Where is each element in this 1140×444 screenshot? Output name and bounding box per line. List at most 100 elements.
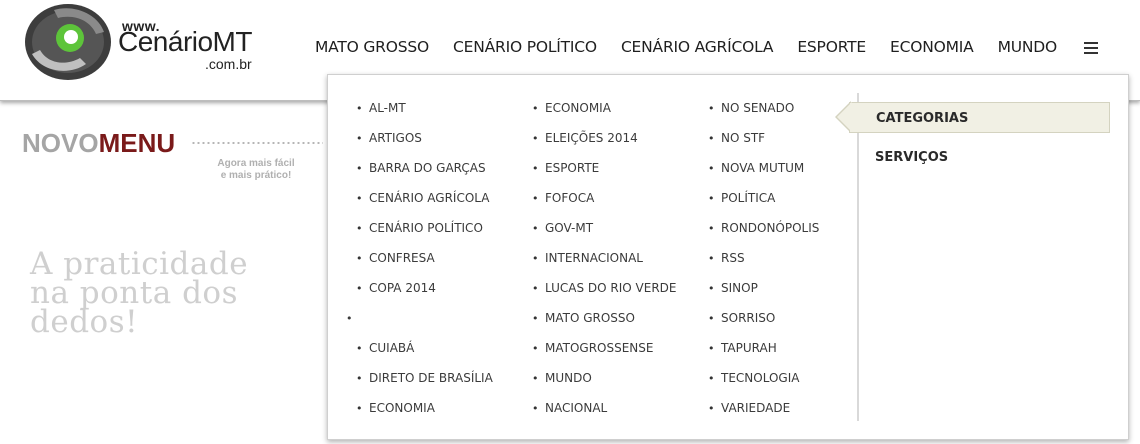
bullet-icon: • — [708, 102, 715, 115]
menu-item[interactable]: • MATO GROSSO — [532, 311, 676, 341]
bullet-icon: • — [356, 402, 363, 415]
menu-item-label: RSS — [721, 251, 745, 265]
menu-item[interactable]: • TECNOLOGIA — [708, 371, 819, 401]
menu-item[interactable]: • GOV-MT — [532, 221, 676, 251]
menu-column-1: • AL-MT • ARTIGOS • BARRA DO GARÇAS • CENÁRIO A… — [346, 101, 493, 431]
menu-item[interactable]: • FOFOCA — [532, 191, 676, 221]
menu-item[interactable]: • MATOGROSSENSE — [532, 341, 676, 371]
bullet-icon: • — [532, 312, 539, 325]
menu-item[interactable]: • INTERNACIONAL — [532, 251, 676, 281]
menu-item[interactable]: • SINOP — [708, 281, 819, 311]
dotted-divider — [191, 142, 323, 144]
menu-item[interactable]: • ELEIÇÕES 2014 — [532, 131, 676, 161]
menu-item[interactable]: • COPA 2014 — [356, 281, 493, 311]
bullet-icon: • — [356, 132, 363, 145]
menu-column-3: • NO SENADO • NO STF • NOVA MUTUM • POLÍTICA • RO… — [708, 101, 819, 431]
menu-item[interactable]: • CONFRESA — [356, 251, 493, 281]
menu-item[interactable]: • MUNDO — [532, 371, 676, 401]
bullet-icon: • — [346, 312, 353, 325]
bullet-icon: • — [708, 372, 715, 385]
bullet-icon: • — [708, 192, 715, 205]
bullet-icon: • — [532, 372, 539, 385]
menu-item[interactable]: • LUCAS DO RIO VERDE — [532, 281, 676, 311]
bullet-icon: • — [708, 132, 715, 145]
bullet-icon: • — [532, 342, 539, 355]
menu-item-label: NOVA MUTUM — [721, 161, 805, 175]
menu-item-label: CUIABÁ — [369, 341, 415, 355]
bullet-icon: • — [356, 162, 363, 175]
top-navigation: MATO GROSSO CENÁRIO POLÍTICO CENÁRIO AGR… — [315, 38, 1081, 56]
menu-item[interactable]: • RSS — [708, 251, 819, 281]
menu-item-label: RONDONÓPOLIS — [721, 221, 820, 235]
menu-item[interactable]: • NOVA MUTUM — [708, 161, 819, 191]
menu-item-label: SORRISO — [721, 311, 776, 325]
menu-item[interactable]: • NO STF — [708, 131, 819, 161]
hamburger-icon[interactable] — [1084, 42, 1098, 55]
menu-item-label: TECNOLOGIA — [721, 371, 800, 385]
promo-tagline: A praticidade na ponta dos dedos! — [30, 246, 249, 340]
promo-subtitle-line2: e mais prático! — [220, 170, 292, 181]
nav-economia[interactable]: ECONOMIA — [890, 38, 974, 56]
nav-mato-grosso[interactable]: MATO GROSSO — [315, 38, 429, 56]
menu-item[interactable]: • BARRA DO GARÇAS — [356, 161, 493, 191]
bullet-icon: • — [708, 162, 715, 175]
nav-esporte[interactable]: ESPORTE — [797, 38, 866, 56]
site-logo[interactable]: www. CenárioMT .com.br — [24, 2, 264, 82]
menu-item[interactable]: • POLÍTICA — [708, 191, 819, 221]
menu-item[interactable]: • RONDONÓPOLIS — [708, 221, 819, 251]
tab-categorias[interactable]: CATEGORIAS — [876, 111, 968, 126]
menu-item-label: NACIONAL — [545, 401, 608, 415]
menu-item[interactable]: • CUIABÁ — [356, 341, 493, 371]
menu-column-2: • ECONOMIA • ELEIÇÕES 2014 • ESPORTE • FOFOCA • G… — [532, 101, 676, 431]
menu-item-label: MATOGROSSENSE — [545, 341, 654, 355]
menu-item[interactable]: • ARTIGOS — [356, 131, 493, 161]
tab-servicos[interactable]: SERVIÇOS — [875, 150, 948, 165]
bullet-icon: • — [356, 252, 363, 265]
menu-item-label: ELEIÇÕES 2014 — [545, 131, 638, 145]
bullet-icon: • — [708, 222, 715, 235]
menu-item[interactable]: • CENÁRIO AGRÍCOLA — [356, 191, 493, 221]
menu-item[interactable]: • NACIONAL — [532, 401, 676, 431]
menu-item-label: LUCAS DO RIO VERDE — [545, 281, 677, 295]
bullet-icon: • — [532, 102, 539, 115]
bullet-icon: • — [532, 132, 539, 145]
menu-item[interactable]: • DIRETO DE BRASÍLIA — [356, 371, 493, 401]
menu-item-label: CENÁRIO POLÍTICO — [369, 221, 483, 235]
nav-cenario-politico[interactable]: CENÁRIO POLÍTICO — [453, 38, 597, 56]
menu-item-label: MUNDO — [545, 371, 592, 385]
menu-item[interactable]: • TAPURAH — [708, 341, 819, 371]
promo-subtitle: Agora mais fácil e mais prático! — [206, 158, 306, 182]
bullet-icon: • — [356, 342, 363, 355]
menu-item-label: NO SENADO — [721, 101, 795, 115]
menu-item-label: CONFRESA — [369, 251, 435, 265]
menu-item[interactable]: • NO SENADO — [708, 101, 819, 131]
logo-name: CenárioMT — [118, 26, 252, 57]
nav-cenario-agricola[interactable]: CENÁRIO AGRÍCOLA — [621, 38, 774, 56]
menu-word: MENU — [98, 128, 176, 158]
menu-item-label: FOFOCA — [545, 191, 595, 205]
logo-domain: .com.br — [205, 56, 252, 72]
menu-item[interactable]: • VARIEDADE — [708, 401, 819, 431]
novo-word: NOVO — [22, 128, 99, 158]
menu-item-label: DIRETO DE BRASÍLIA — [369, 371, 493, 385]
menu-item-label: COPA 2014 — [369, 281, 436, 295]
nav-mundo[interactable]: MUNDO — [998, 38, 1058, 56]
novo-menu-heading: NOVOMENU — [22, 128, 175, 159]
menu-item[interactable]: • ESPORTE — [532, 161, 676, 191]
bullet-icon: • — [708, 312, 715, 325]
menu-item-label: ARTIGOS — [369, 131, 422, 145]
promo-subtitle-line1: Agora mais fácil — [217, 158, 295, 169]
menu-item[interactable]: • ECONOMIA — [532, 101, 676, 131]
mega-menu-panel: • AL-MT • ARTIGOS • BARRA DO GARÇAS • CENÁRIO A… — [327, 74, 1129, 440]
menu-item-label: VARIEDADE — [721, 401, 791, 415]
menu-item-label: ECONOMIA — [545, 101, 611, 115]
bullet-icon: • — [532, 282, 539, 295]
menu-item[interactable]: • ECONOMIA — [356, 401, 493, 431]
menu-divider — [857, 93, 859, 421]
menu-item[interactable]: • AL-MT — [356, 101, 493, 131]
menu-item-label: NO STF — [721, 131, 766, 145]
menu-item-label: ECONOMIA — [369, 401, 435, 415]
menu-item[interactable]: • SORRISO — [708, 311, 819, 341]
menu-item: • — [346, 311, 493, 341]
menu-item[interactable]: • CENÁRIO POLÍTICO — [356, 221, 493, 251]
